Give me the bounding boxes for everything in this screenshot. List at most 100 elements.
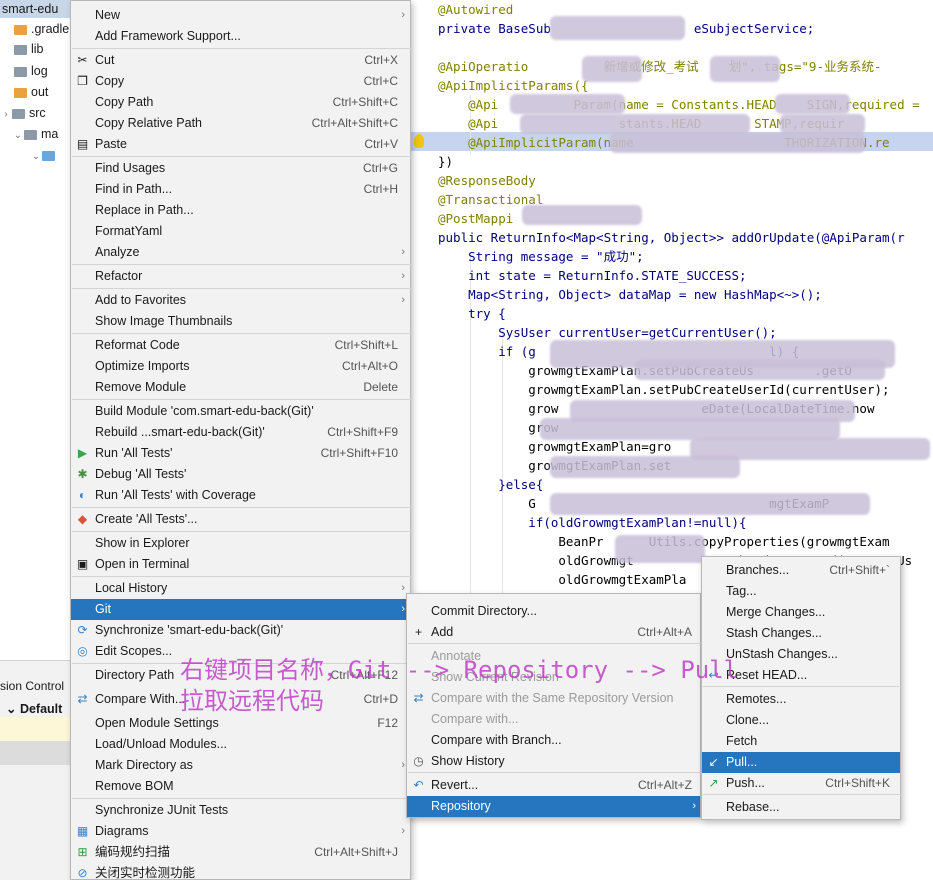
menu-item-refactor[interactable]: Refactor ›	[71, 266, 410, 287]
menu-item-shortcut: Ctrl+V	[364, 137, 398, 151]
menu-item-remove-bom[interactable]: Remove BOM	[71, 776, 410, 797]
changelist-row[interactable]	[0, 717, 75, 741]
menu-item-optimize-imports[interactable]: Optimize Imports Ctrl+Alt+O	[71, 356, 410, 377]
menu-item-label: Compare With...	[95, 692, 186, 706]
menu-item-shortcut: Ctrl+H	[363, 182, 398, 196]
annotation-line-2: 拉取远程代码	[180, 687, 324, 715]
menu-item-local-history[interactable]: Local History ›	[71, 578, 410, 599]
tree-item-main[interactable]: ⌄ ma	[12, 124, 59, 144]
menu-item-rebase[interactable]: Rebase...	[702, 797, 900, 818]
menu-item-label: Revert...	[431, 778, 479, 792]
menu-item-revert[interactable]: ↶ Revert... Ctrl+Alt+Z	[407, 775, 700, 796]
menu-item-add-framework-support[interactable]: Add Framework Support...	[71, 26, 410, 47]
menu-item-label: Stash Changes...	[726, 626, 822, 640]
menu-item-add-to-favorites[interactable]: Add to Favorites ›	[71, 290, 410, 311]
menu-item-push[interactable]: ↗ Push... Ctrl+Shift+K	[702, 773, 900, 794]
menu-item-copy[interactable]: ❐ Copy Ctrl+C	[71, 71, 410, 92]
redaction-blur	[635, 360, 885, 380]
chevron-down-icon: ⌄	[31, 151, 41, 162]
menu-item-build-module-com-smart-edu-back-git[interactable]: Build Module 'com.smart-edu-back(Git)'	[71, 401, 410, 422]
menu-item-run-all-tests-with-coverage[interactable]: ◐ Run 'All Tests' with Coverage	[71, 485, 410, 506]
chevron-right-icon: ›	[4, 109, 8, 120]
menu-item-remove-module[interactable]: Remove Module Delete	[71, 377, 410, 398]
menu-item-add[interactable]: + Add Ctrl+Alt+A	[407, 622, 700, 643]
revert-icon: ↶	[413, 778, 424, 792]
chevron-right-icon: ›	[401, 759, 405, 771]
lightbulb-icon[interactable]	[414, 134, 424, 148]
menu-item-rebuild-smart-edu-back-git[interactable]: Rebuild ...smart-edu-back(Git)' Ctrl+Shif…	[71, 422, 410, 443]
menu-separator	[72, 48, 411, 49]
tree-item-gradle[interactable]: .gradle	[14, 19, 69, 39]
menu-item-create-all-tests[interactable]: ◆ Create 'All Tests'...	[71, 509, 410, 530]
menu-item-paste[interactable]: ▤ Paste Ctrl+V	[71, 134, 410, 155]
menu-item-label: Remove BOM	[95, 779, 174, 793]
scissors-icon: ✂	[77, 53, 88, 67]
menu-item-label: Find in Path...	[95, 182, 173, 196]
copy-icon: ❐	[77, 74, 88, 88]
menu-item-stash-changes[interactable]: Stash Changes...	[702, 623, 900, 644]
push-icon: ↗	[708, 776, 719, 790]
menu-item-synchronize-smart-edu-back-git[interactable]: ⟳ Synchronize 'smart-edu-back(Git)'	[71, 620, 410, 641]
menu-item-cut[interactable]: ✂ Cut Ctrl+X	[71, 50, 410, 71]
menu-item-commit-directory[interactable]: Commit Directory...	[407, 601, 700, 622]
tree-item-log[interactable]: log	[14, 61, 48, 81]
menu-item-new[interactable]: New ›	[71, 5, 410, 26]
menu-item-copy-relative-path[interactable]: Copy Relative Path Ctrl+Alt+Shift+C	[71, 113, 410, 134]
chevron-down-icon: ⌄	[13, 130, 23, 141]
menu-item-load-unload-modules[interactable]: Load/Unload Modules...	[71, 734, 410, 755]
menu-item-branches[interactable]: Branches... Ctrl+Shift+`	[702, 560, 900, 581]
menu-item-replace-in-path[interactable]: Replace in Path...	[71, 200, 410, 221]
menu-item-find-usages[interactable]: Find Usages Ctrl+G	[71, 158, 410, 179]
menu-item-synchronize-junit-tests[interactable]: Synchronize JUnit Tests	[71, 800, 410, 821]
menu-item-item[interactable]: ⊞ 编码规约扫描 Ctrl+Alt+Shift+J	[71, 842, 410, 863]
redaction-blur	[775, 94, 850, 114]
menu-item-label: Refactor	[95, 269, 143, 283]
run-icon: ▶	[77, 446, 88, 460]
redaction-blur	[550, 16, 685, 40]
menu-item-open-in-terminal[interactable]: ▣ Open in Terminal	[71, 554, 410, 575]
menu-item-copy-path[interactable]: Copy Path Ctrl+Shift+C	[71, 92, 410, 113]
default-changelist[interactable]: ⌄ Default	[6, 701, 62, 716]
tree-item-lib[interactable]: lib	[14, 39, 44, 59]
menu-item-label: Commit Directory...	[431, 604, 538, 618]
menu-item-diagrams[interactable]: ▦ Diagrams ›	[71, 821, 410, 842]
menu-item-label: Synchronize 'smart-edu-back(Git)'	[95, 623, 284, 637]
menu-item-show-image-thumbnails[interactable]: Show Image Thumbnails	[71, 311, 410, 332]
menu-item-reformat-code[interactable]: Reformat Code Ctrl+Shift+L	[71, 335, 410, 356]
menu-item-label: Show History	[431, 754, 505, 768]
menu-item-find-in-path[interactable]: Find in Path... Ctrl+H	[71, 179, 410, 200]
menu-separator	[72, 333, 411, 334]
menu-item-git[interactable]: Git ›	[71, 599, 410, 620]
menu-item-shortcut: Ctrl+Alt+A	[637, 625, 692, 639]
menu-item-mark-directory-as[interactable]: Mark Directory as ›	[71, 755, 410, 776]
tree-item-src[interactable]: › src	[0, 103, 45, 123]
menu-item-compare-with-branch[interactable]: Compare with Branch...	[407, 730, 700, 751]
code-line: @Autowired	[438, 2, 514, 17]
version-control-title: sion Control	[0, 679, 65, 693]
changelist-row[interactable]	[0, 741, 75, 765]
tree-item-java[interactable]: ⌄	[30, 145, 59, 165]
menu-item-shortcut: Ctrl+C	[363, 74, 398, 88]
menu-item-pull[interactable]: ↙ Pull...	[702, 752, 900, 773]
menu-item-label: Fetch	[726, 734, 758, 748]
menu-item-label: Tag...	[726, 584, 757, 598]
menu-item-tag[interactable]: Tag...	[702, 581, 900, 602]
tree-root-row[interactable]: smart-edu	[0, 0, 75, 18]
menu-item-label: Add to Favorites	[95, 293, 187, 307]
menu-item-repository[interactable]: Repository ›	[407, 796, 700, 817]
folder-icon	[24, 129, 37, 140]
menu-item-run-all-tests[interactable]: ▶ Run 'All Tests' Ctrl+Shift+F10	[71, 443, 410, 464]
menu-item-label: Pull...	[726, 755, 758, 769]
menu-item-show-in-explorer[interactable]: Show in Explorer	[71, 533, 410, 554]
menu-item-merge-changes[interactable]: Merge Changes...	[702, 602, 900, 623]
menu-item-show-history[interactable]: ◷ Show History	[407, 751, 700, 772]
menu-item-debug-all-tests[interactable]: ✱ Debug 'All Tests'	[71, 464, 410, 485]
chevron-down-icon: ⌄	[6, 702, 20, 716]
tree-item-out[interactable]: out	[14, 82, 48, 102]
menu-item-label: FormatYaml	[95, 224, 163, 238]
menu-item-formatyaml[interactable]: FormatYaml	[71, 221, 410, 242]
menu-item-shortcut: Ctrl+X	[364, 53, 398, 67]
menu-item-item[interactable]: ⊘ 关闭实时检测功能	[71, 863, 410, 880]
menu-item-fetch[interactable]: Fetch	[702, 731, 900, 752]
menu-item-analyze[interactable]: Analyze ›	[71, 242, 410, 263]
